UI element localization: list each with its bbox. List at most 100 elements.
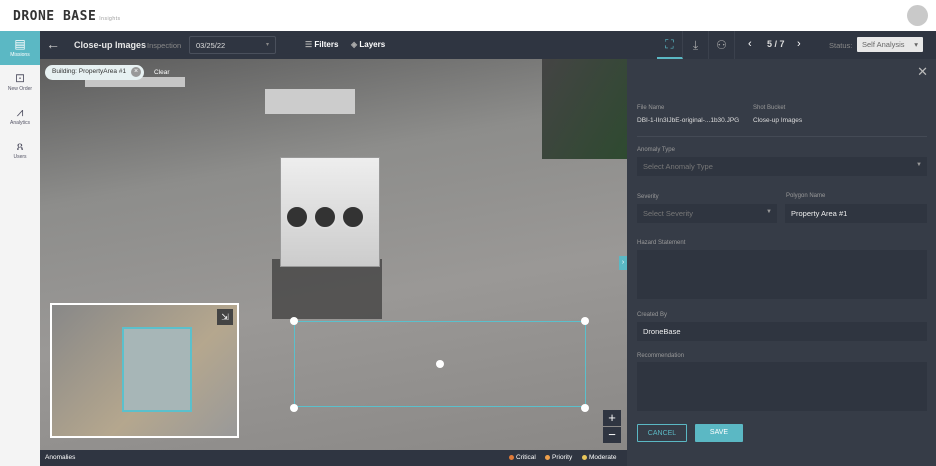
avatar[interactable]	[907, 5, 928, 26]
polygon-handle[interactable]	[581, 404, 589, 412]
anomaly-type-select[interactable]: Select Anomaly Type ▼	[637, 157, 927, 176]
zoom-out-button[interactable]: −	[603, 427, 621, 443]
severity-select[interactable]: Select Severity ▼	[637, 204, 777, 223]
sidebar: ▤ Missions ⊡ New Order ⩘ Analytics ጸ Users	[0, 31, 40, 466]
toolbar: ← Close-up Images Inspection 03/25/22 ▾ ☰…	[40, 31, 936, 59]
layers-button[interactable]: ◈ Layers	[351, 40, 385, 49]
polygon-icon: ⛶	[665, 36, 674, 51]
unit-shadow	[272, 259, 382, 319]
pager: 5 / 7	[767, 39, 785, 49]
status-value: Self Analysis	[862, 40, 905, 49]
legend-dot	[509, 455, 514, 460]
inspection-image[interactable]: Building: PropertyArea #1 × Clear ⇲ + − ›	[40, 59, 627, 450]
hazard-statement-textarea[interactable]	[637, 250, 927, 299]
minimap-building	[122, 327, 192, 412]
logo-text: DRONE BASE	[13, 9, 97, 24]
close-icon[interactable]: ✕	[917, 64, 928, 80]
filter-chip[interactable]: Building: PropertyArea #1 ×	[45, 65, 145, 80]
logo-sub: Insights	[99, 16, 121, 22]
sidebar-item-users[interactable]: ጸ Users	[0, 133, 40, 167]
filters-button[interactable]: ☰ Filters	[305, 40, 338, 49]
minimap[interactable]: ⇲	[50, 303, 239, 438]
roof-patch	[265, 89, 355, 114]
back-arrow-icon[interactable]: ←	[46, 36, 60, 52]
legend-critical: Critical	[509, 454, 536, 461]
status-select[interactable]: Self Analysis ▾	[857, 37, 923, 52]
inbox-icon: ⊡	[14, 71, 26, 85]
legend-label: Moderate	[589, 454, 617, 461]
chart-icon: ⩘	[16, 105, 24, 119]
polygon-handle[interactable]	[290, 317, 298, 325]
polygon-handle[interactable]	[290, 404, 298, 412]
close-icon[interactable]: ×	[131, 67, 142, 77]
polygon-name-value: Property Area #1	[791, 209, 848, 218]
created-by-label: Created By	[637, 312, 668, 318]
shot-bucket-value: Close-up Images	[753, 117, 803, 124]
polygon-name-input[interactable]: Property Area #1	[785, 204, 927, 223]
hazard-statement-label: Hazard Statement	[637, 240, 686, 246]
chevron-down-icon: ▼	[766, 209, 772, 215]
file-name-value: DBI-1-IIn3IJbE-original-...1b30.JPG	[637, 117, 740, 124]
inspection-label: Inspection	[147, 41, 182, 50]
legend-moderate: Moderate	[582, 454, 616, 461]
recommendation-label: Recommendation	[637, 353, 685, 359]
logo: DRONE BASE Insights	[13, 9, 121, 24]
save-button[interactable]: SAVE	[695, 424, 743, 442]
collapse-panel-button[interactable]: ›	[619, 256, 627, 270]
recommendation-textarea[interactable]	[637, 362, 927, 411]
anomaly-type-label: Anomaly Type	[637, 147, 675, 153]
sliders-icon: ☰	[305, 40, 315, 49]
filters-label: Filters	[314, 40, 339, 49]
fan	[313, 205, 337, 229]
sidebar-item-missions[interactable]: ▤ Missions	[0, 31, 40, 65]
legend-priority: Priority	[545, 454, 572, 461]
users-icon: ጸ	[16, 139, 24, 153]
sidebar-item-analytics[interactable]: ⩘ Analytics	[0, 99, 40, 133]
page-title: Close-up Images	[74, 40, 147, 50]
sidebar-item-label: Users	[13, 154, 27, 160]
legend-dot	[545, 455, 550, 460]
chevron-down-icon: ▾	[914, 40, 918, 49]
prev-chevron-icon[interactable]: ‹	[748, 38, 752, 50]
app-header: DRONE BASE Insights	[0, 0, 936, 31]
polygon-tool-button[interactable]: ⛶	[657, 31, 683, 59]
download-button[interactable]: ⤓	[683, 31, 709, 59]
shot-bucket-label: Shot Bucket	[753, 105, 786, 111]
download-icon: ⤓	[692, 37, 699, 52]
legend-dot	[582, 455, 587, 460]
filter-chip-label: Building: PropertyArea #1	[52, 68, 127, 75]
legend-label: Critical	[516, 454, 536, 461]
divider	[637, 136, 927, 137]
expand-icon[interactable]: ⇲	[217, 309, 233, 325]
layers-label: Layers	[359, 40, 386, 49]
next-chevron-icon[interactable]: ›	[797, 38, 801, 50]
zoom-in-button[interactable]: +	[603, 410, 621, 426]
clipboard-icon: ▤	[14, 37, 26, 51]
severity-label: Severity	[637, 194, 659, 200]
cancel-button[interactable]: CANCEL	[637, 424, 687, 442]
created-by-input[interactable]: DroneBase	[637, 322, 927, 341]
anomaly-type-placeholder: Select Anomaly Type	[643, 162, 713, 171]
add-user-button[interactable]: ⚇	[709, 31, 735, 59]
sidebar-item-label: Missions	[10, 52, 30, 58]
created-by-value: DroneBase	[643, 327, 681, 336]
bottom-bar: Anomalies Critical Priority Moderate	[40, 450, 627, 466]
polygon-name-label: Polygon Name	[786, 193, 826, 199]
polygon-center-handle[interactable]	[436, 360, 444, 368]
add-user-icon: ⚇	[716, 38, 727, 52]
sidebar-item-label: New Order	[7, 86, 33, 92]
hvac-unit	[280, 157, 380, 267]
status-label: Status:	[829, 41, 853, 50]
chevron-down-icon: ▾	[265, 42, 269, 48]
legend-label: Priority	[552, 454, 573, 461]
roof-edge	[542, 59, 627, 159]
anomalies-tab[interactable]: Anomalies	[45, 454, 75, 461]
sidebar-item-new-order[interactable]: ⊡ New Order	[0, 65, 40, 99]
inspection-date-select[interactable]: 03/25/22 ▾	[189, 36, 276, 54]
clear-filters-link[interactable]: Clear	[154, 69, 170, 76]
severity-placeholder: Select Severity	[643, 209, 694, 218]
polygon-handle[interactable]	[581, 317, 589, 325]
chevron-down-icon: ▼	[916, 162, 922, 168]
file-name-label: File Name	[637, 105, 665, 111]
tool-group: ⛶ ⤓ ⚇	[657, 31, 735, 59]
